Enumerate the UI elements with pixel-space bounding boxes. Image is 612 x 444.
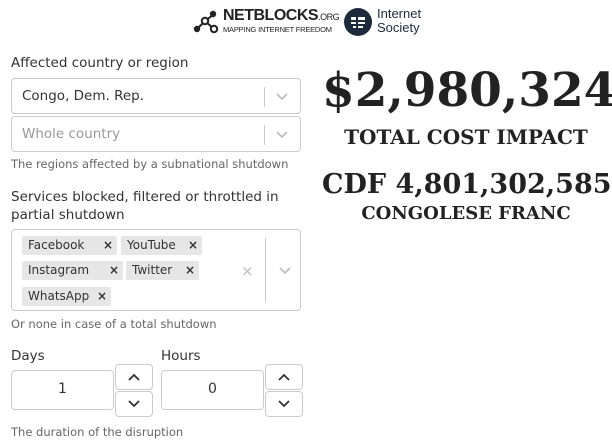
- total-cost-usd: $2,980,324: [322, 63, 612, 118]
- netblocks-wordmark: NETBLOCKS.ORG: [223, 7, 340, 24]
- services-label: Services blocked, filtered or throttled …: [11, 189, 279, 223]
- service-tag: Instagram ×: [22, 261, 123, 280]
- hours-value: 0: [208, 381, 217, 397]
- service-tag: WhatsApp ×: [22, 287, 111, 306]
- select-separator: [265, 238, 266, 302]
- total-cost-local: CDF 4,801,302,585: [322, 169, 612, 200]
- internet-society-logo[interactable]: Internet Society: [344, 7, 454, 37]
- service-tag: YouTube ×: [121, 236, 202, 255]
- chevron-down-icon[interactable]: [273, 87, 291, 105]
- region-select[interactable]: Whole country: [11, 116, 301, 152]
- remove-tag-icon[interactable]: ×: [97, 287, 107, 306]
- internet-society-globe-icon: [344, 8, 372, 36]
- hours-input[interactable]: 0: [161, 370, 264, 410]
- duration-hint: The duration of the disruption: [11, 425, 184, 439]
- chevron-up-icon: [128, 373, 140, 381]
- days-increment-button[interactable]: [115, 364, 153, 390]
- remove-tag-icon[interactable]: ×: [109, 261, 119, 280]
- select-separator: [264, 125, 265, 145]
- remove-tag-icon[interactable]: ×: [103, 236, 113, 255]
- chevron-down-icon: [278, 400, 290, 408]
- chevron-up-icon: [278, 373, 290, 381]
- country-label: Affected country or region: [11, 55, 189, 71]
- chevron-down-icon: [128, 400, 140, 408]
- country-select[interactable]: Congo, Dem. Rep.: [11, 78, 301, 114]
- netblocks-network-icon: [193, 10, 219, 34]
- region-placeholder: Whole country: [22, 126, 121, 142]
- days-input[interactable]: 1: [11, 370, 114, 410]
- hours-decrement-button[interactable]: [265, 391, 303, 417]
- service-tag: Twitter ×: [126, 261, 199, 280]
- service-tag: Facebook ×: [22, 236, 117, 255]
- days-value: 1: [58, 381, 67, 397]
- country-selected-value: Congo, Dem. Rep.: [22, 88, 145, 104]
- chevron-down-icon[interactable]: [276, 261, 294, 279]
- services-multiselect[interactable]: Facebook × YouTube × Instagram × Twitter × W…: [11, 229, 301, 311]
- hours-label: Hours: [161, 348, 201, 364]
- remove-tag-icon[interactable]: ×: [188, 236, 198, 255]
- total-cost-caption: TOTAL COST IMPACT: [344, 125, 588, 149]
- select-separator: [264, 87, 265, 107]
- netblocks-tagline: MAPPING INTERNET FREEDOM: [223, 25, 332, 34]
- clear-all-icon[interactable]: ×: [241, 262, 254, 280]
- local-currency-caption: CONGOLESE FRANC: [361, 203, 571, 224]
- hours-increment-button[interactable]: [265, 364, 303, 390]
- chevron-down-icon[interactable]: [273, 125, 291, 143]
- region-hint: The regions affected by a subnational sh…: [11, 157, 289, 171]
- netblocks-logo[interactable]: NETBLOCKS.ORG MAPPING INTERNET FREEDOM: [193, 7, 340, 37]
- days-label: Days: [11, 348, 45, 364]
- internet-society-wordmark: Internet Society: [377, 6, 422, 35]
- days-decrement-button[interactable]: [115, 391, 153, 417]
- remove-tag-icon[interactable]: ×: [185, 261, 195, 280]
- services-hint: Or none in case of a total shutdown: [11, 317, 217, 331]
